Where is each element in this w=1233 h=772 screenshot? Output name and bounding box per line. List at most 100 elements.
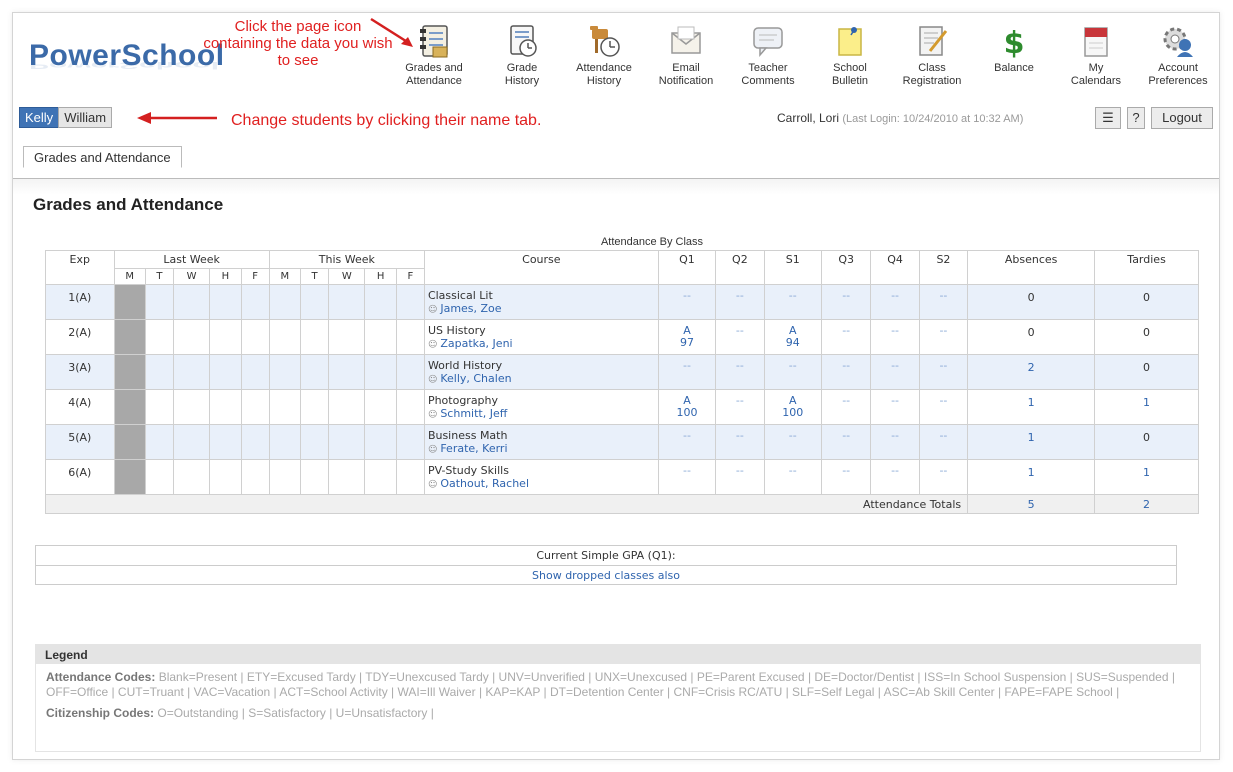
grade-cell-s2[interactable]: -- — [918, 424, 969, 460]
grade-cell-q1[interactable]: A 97 — [657, 319, 717, 355]
teacher-link[interactable]: Oathout, Rachel — [428, 477, 655, 492]
nav-account-preferences[interactable]: Account Preferences — [1137, 23, 1219, 88]
grade-cell-s1[interactable]: -- — [763, 459, 823, 495]
header-q3[interactable]: Q3 — [820, 250, 872, 285]
grade-percent[interactable]: 100 — [662, 407, 712, 419]
annotation-page-icon: Click the page icon containing the data … — [203, 18, 393, 69]
grade-cell-q4[interactable]: -- — [870, 389, 920, 425]
grade-letter[interactable]: -- — [662, 430, 712, 442]
course-cell: PV-Study SkillsOathout, Rachel — [423, 459, 659, 495]
nav-email-notification[interactable]: Email Notification — [645, 23, 727, 88]
grade-letter[interactable]: -- — [662, 360, 712, 372]
grade-cell-q2[interactable]: -- — [715, 354, 765, 390]
absences-cell[interactable]: 1 — [967, 424, 1096, 460]
grade-cell-q2[interactable]: -- — [715, 424, 765, 460]
grade-cell-s2[interactable]: -- — [918, 459, 969, 495]
print-button[interactable]: ☰ — [1095, 107, 1121, 129]
registration-icon — [919, 26, 948, 56]
grade-letter[interactable]: -- — [768, 430, 818, 442]
grade-cell-s2[interactable]: -- — [918, 389, 969, 425]
absences-cell[interactable]: 2 — [967, 354, 1096, 390]
grade-cell-s2[interactable]: -- — [918, 319, 969, 355]
grade-letter[interactable]: -- — [662, 290, 712, 302]
student-tab-william[interactable]: William — [58, 107, 113, 128]
grade-cell-s1[interactable]: -- — [763, 284, 823, 320]
day-cell — [113, 424, 146, 460]
day-cell — [364, 319, 397, 355]
tardies-cell: 0 — [1094, 424, 1199, 460]
totals-tardies[interactable]: 2 — [1094, 494, 1199, 514]
header-s2[interactable]: S2 — [918, 250, 969, 285]
grade-cell-q3[interactable]: -- — [820, 424, 872, 460]
citizenship-codes: Citizenship Codes: O=Outstanding | S=Sat… — [46, 706, 1190, 721]
grade-cell-q4[interactable]: -- — [870, 354, 920, 390]
nav-teacher-comments[interactable]: Teacher Comments — [727, 23, 809, 88]
header-course: Course — [423, 250, 659, 285]
grade-cell-s1[interactable]: A 100 — [763, 389, 823, 425]
legend-title: Legend — [35, 644, 1201, 664]
teacher-link[interactable]: James, Zoe — [428, 302, 655, 317]
grade-cell-q2[interactable]: -- — [715, 319, 765, 355]
absences-cell[interactable]: 1 — [967, 389, 1096, 425]
grade-cell-q2[interactable]: -- — [715, 389, 765, 425]
grade-cell-q1[interactable]: -- — [657, 459, 717, 495]
tardies-cell[interactable]: 1 — [1094, 389, 1199, 425]
nav-my-calendars[interactable]: My Calendars — [1055, 23, 1137, 88]
nav-attendance-history[interactable]: Attendance History — [563, 23, 645, 88]
day-cell — [299, 459, 330, 495]
tardies-cell[interactable]: 1 — [1094, 459, 1199, 495]
grade-cell-q3[interactable]: -- — [820, 389, 872, 425]
grade-cell-q4[interactable]: -- — [870, 284, 920, 320]
header-q4[interactable]: Q4 — [870, 250, 920, 285]
show-dropped-link[interactable]: Show dropped classes also — [532, 569, 680, 582]
grade-cell-q3[interactable]: -- — [820, 354, 872, 390]
grades-table-wrap: Attendance By Class Exp Last Week This W… — [44, 235, 1199, 514]
grade-cell-s1[interactable]: -- — [763, 424, 823, 460]
svg-text:$: $ — [1004, 26, 1025, 59]
grade-cell-s2[interactable]: -- — [918, 284, 969, 320]
grade-percent[interactable]: 97 — [662, 337, 712, 349]
grade-cell-q2[interactable]: -- — [715, 284, 765, 320]
help-button[interactable]: ? — [1127, 107, 1145, 129]
grade-letter[interactable]: -- — [768, 360, 818, 372]
grade-cell-q3[interactable]: -- — [820, 319, 872, 355]
logout-button[interactable]: Logout — [1151, 107, 1213, 129]
grade-percent[interactable]: 94 — [768, 337, 818, 349]
header-q2[interactable]: Q2 — [715, 250, 765, 285]
grade-cell-q4[interactable]: -- — [870, 319, 920, 355]
tab-grades-attendance[interactable]: Grades and Attendance — [23, 146, 182, 168]
grade-percent[interactable]: 100 — [768, 407, 818, 419]
grade-cell-q3[interactable]: -- — [820, 459, 872, 495]
grade-cell-q4[interactable]: -- — [870, 459, 920, 495]
grade-cell-s2[interactable]: -- — [918, 354, 969, 390]
grade-cell-q1[interactable]: -- — [657, 354, 717, 390]
header-q1[interactable]: Q1 — [657, 250, 717, 285]
nav-balance[interactable]: $ Balance — [973, 23, 1055, 75]
teacher-link[interactable]: Zapatka, Jeni — [428, 337, 655, 352]
nav-school-bulletin[interactable]: School Bulletin — [809, 23, 891, 88]
day-cell — [113, 459, 146, 495]
nav-class-registration[interactable]: Class Registration — [891, 23, 973, 88]
header-s1[interactable]: S1 — [763, 250, 823, 285]
grade-cell-s1[interactable]: -- — [763, 354, 823, 390]
grade-letter[interactable]: -- — [662, 465, 712, 477]
teacher-link[interactable]: Kelly, Chalen — [428, 372, 655, 387]
nav-grades-attendance[interactable]: Grades and Attendance — [393, 23, 475, 88]
grade-cell-q2[interactable]: -- — [715, 459, 765, 495]
teacher-link[interactable]: Schmitt, Jeff — [428, 407, 655, 422]
teacher-link[interactable]: Ferate, Kerri — [428, 442, 655, 457]
totals-absences[interactable]: 5 — [967, 494, 1096, 514]
grade-letter[interactable]: -- — [768, 290, 818, 302]
day-cell — [144, 389, 174, 425]
grade-letter[interactable]: -- — [768, 465, 818, 477]
grade-cell-q1[interactable]: A 100 — [657, 389, 717, 425]
grade-cell-q1[interactable]: -- — [657, 284, 717, 320]
nav-grade-history[interactable]: Grade History — [481, 23, 563, 88]
student-tab-kelly[interactable]: Kelly — [19, 107, 60, 128]
grade-cell-q4[interactable]: -- — [870, 424, 920, 460]
day-header: M — [113, 268, 146, 285]
grade-cell-q1[interactable]: -- — [657, 424, 717, 460]
grade-cell-s1[interactable]: A 94 — [763, 319, 823, 355]
grade-cell-q3[interactable]: -- — [820, 284, 872, 320]
absences-cell[interactable]: 1 — [967, 459, 1096, 495]
